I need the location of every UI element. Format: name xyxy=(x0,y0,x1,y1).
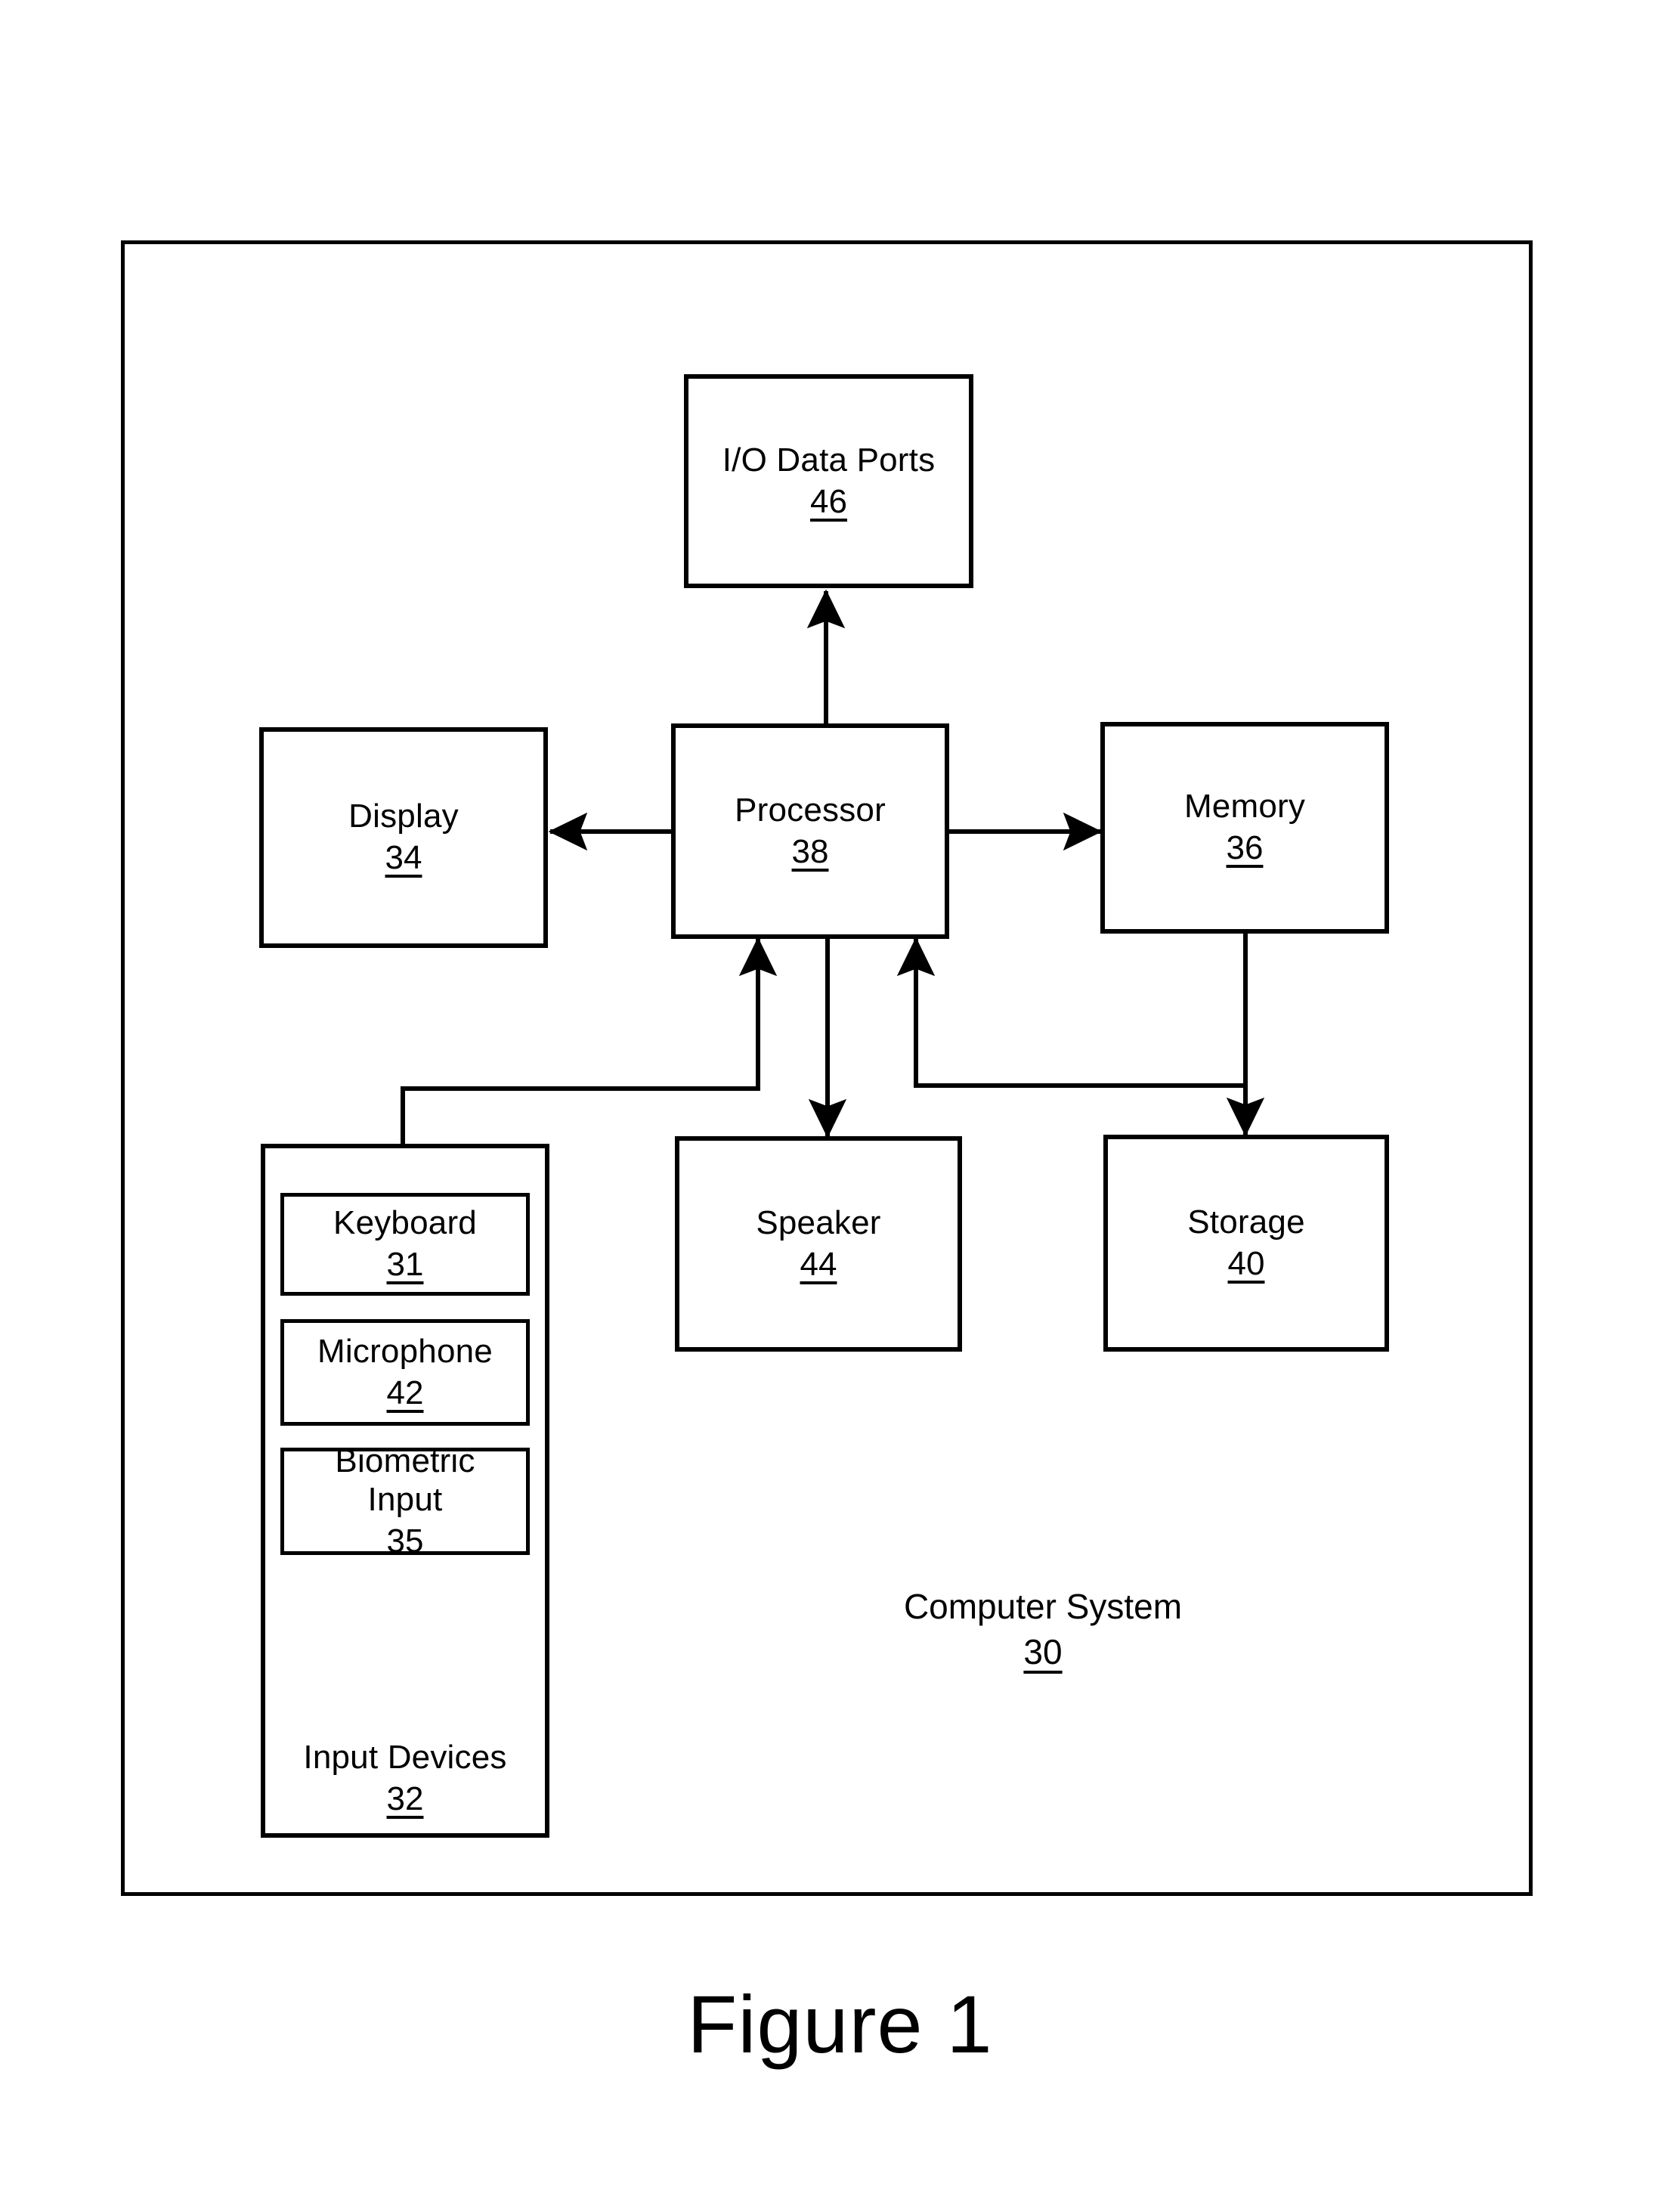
computer-system-label: Computer System xyxy=(903,1587,1183,1626)
computer-system-number: 30 xyxy=(1023,1632,1063,1672)
block-display[interactable]: Display 34 xyxy=(259,727,548,948)
block-io-data-ports[interactable]: I/O Data Ports 46 xyxy=(684,374,973,588)
block-speaker-number: 44 xyxy=(800,1245,837,1283)
block-processor[interactable]: Processor 38 xyxy=(671,723,949,939)
block-processor-number: 38 xyxy=(791,832,829,870)
computer-system-caption: Computer System 30 xyxy=(854,1586,1232,1674)
block-memory-number: 36 xyxy=(1226,829,1264,867)
block-microphone-label: Microphone xyxy=(317,1332,493,1370)
block-memory[interactable]: Memory 36 xyxy=(1100,722,1389,934)
block-speaker-label: Speaker xyxy=(756,1203,881,1241)
figure-caption: Figure 1 xyxy=(687,1978,993,2070)
block-microphone[interactable]: Microphone 42 xyxy=(280,1319,530,1426)
block-io-data-ports-label: I/O Data Ports xyxy=(722,441,936,479)
block-input-devices-label: Input Devices xyxy=(303,1739,507,1776)
block-storage-label: Storage xyxy=(1187,1203,1305,1241)
block-storage[interactable]: Storage 40 xyxy=(1103,1135,1389,1352)
block-biometric-input-label: Biometric Input xyxy=(335,1442,475,1518)
block-keyboard[interactable]: Keyboard 31 xyxy=(280,1193,530,1296)
block-display-number: 34 xyxy=(385,839,422,877)
block-input-devices-number: 32 xyxy=(386,1780,424,1818)
block-keyboard-number: 31 xyxy=(386,1246,424,1284)
block-display-label: Display xyxy=(348,798,459,835)
block-biometric-input[interactable]: Biometric Input 35 xyxy=(280,1442,530,1560)
block-microphone-number: 42 xyxy=(386,1374,424,1411)
block-storage-number: 40 xyxy=(1227,1244,1265,1282)
block-processor-label: Processor xyxy=(735,791,886,829)
block-keyboard-label: Keyboard xyxy=(333,1204,477,1242)
block-io-data-ports-number: 46 xyxy=(810,482,847,520)
figure-page: I/O Data Ports 46 Display 34 Processor 3… xyxy=(0,0,1680,2190)
block-memory-label: Memory xyxy=(1183,788,1306,826)
block-speaker[interactable]: Speaker 44 xyxy=(675,1136,962,1352)
block-biometric-input-number: 35 xyxy=(386,1522,424,1560)
